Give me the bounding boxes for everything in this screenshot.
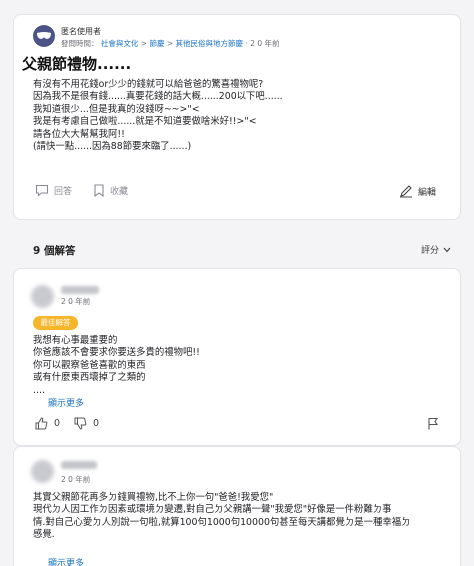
dislike-count: 0 [93,418,100,429]
question-body: 有沒有不用花錢or少少的錢就可以給爸爸的驚喜禮物呢? 因為我不是很有錢.....… [33,79,283,153]
answerer-avatar [31,285,54,308]
answer-button[interactable]: 回答 [35,184,72,197]
answers-count: 9 個解答 [33,245,76,257]
sort-label: 評分 [421,246,440,256]
question-author: 匿名使用者 [61,27,101,36]
category-link-3[interactable]: 其他民俗與地方節慶 [176,39,244,48]
answer-time: 2 0 年前 [61,297,91,306]
best-answer-badge: 最佳解答 [33,316,78,330]
thumbs-down-icon [74,417,87,430]
edit-label: 編輯 [418,187,437,198]
dislike-button[interactable]: 0 [74,417,99,430]
bookmark-icon [94,184,104,197]
thumbs-up-icon [35,417,48,430]
answer-label: 回答 [54,187,73,197]
category-link-2[interactable]: 節慶 [149,39,164,48]
show-more-link[interactable]: 顯示更多 [48,396,84,409]
answerer-name-blurred [61,461,97,469]
answer-body-1: 我想有心事最重要的 你爸應該不會要求你要送多貴的禮物吧!! 你可以觀察爸爸喜歡的… [33,335,200,396]
question-title: 父親節禮物...... [22,55,132,73]
answer-body-2: 其實父親節花再多ㄉ錢買禮物,比不上你一句"爸爸!我愛您" 現代ㄉ人因工作ㄉ因素或… [33,492,411,541]
save-label: 收藏 [110,187,129,197]
posted-label: 發問時間： [61,39,99,48]
meta-dot: · [245,39,248,48]
answer-time: 2 0 年前 [61,475,91,484]
report-button[interactable] [427,417,445,430]
answerer-avatar [31,460,54,483]
edit-button[interactable]: 編輯 [399,184,436,198]
question-meta: 發問時間： 社會與文化 > 節慶 > 其他民俗與地方節慶 · 2 0 年前 [61,38,280,49]
show-more-link[interactable]: 顯示更多 [48,556,84,566]
save-button[interactable]: 收藏 [93,184,128,197]
chevron-down-icon [443,247,451,252]
sort-dropdown[interactable]: 評分 [421,243,451,256]
pencil-icon [400,185,412,198]
breadcrumb-separator: > [140,39,148,48]
anonymous-avatar-icon [33,25,55,47]
flag-icon [428,417,439,430]
like-button[interactable]: 0 [35,417,60,430]
answerer-name-blurred [61,286,99,294]
question-time: 2 0 年前 [250,39,280,48]
like-count: 0 [54,418,61,429]
breadcrumb-separator: > [166,39,174,48]
category-link-1[interactable]: 社會與文化 [101,39,139,48]
chat-bubble-icon [35,184,49,197]
